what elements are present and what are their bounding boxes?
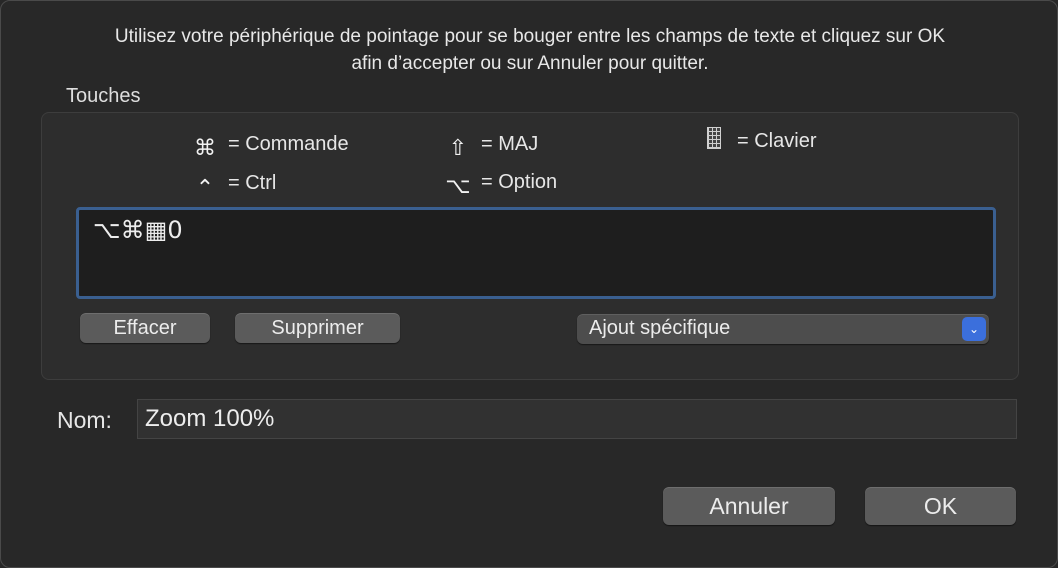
legend-shift-text: = MAJ [481,132,539,155]
command-icon: ⌘ [194,135,216,160]
legend-control-text: = Ctrl [228,171,277,194]
control-icon: ⌃ [195,175,215,200]
delete-button[interactable]: Supprimer [235,313,400,343]
keys-group-label: Touches [66,85,141,107]
special-add-value: Ajout spécifique [589,317,731,339]
option-icon: ⌥ [445,173,471,198]
ok-button[interactable]: OK [865,487,1016,525]
legend-control: ⌃ = Ctrl [192,165,277,201]
shift-icon: ⇧ [448,135,468,160]
cancel-button[interactable]: Annuler [663,487,835,525]
legend-command-text: = Commande [228,132,349,155]
keypad-icon [701,127,727,155]
special-add-popup[interactable]: Ajout spécifique ⌄ [577,314,989,344]
legend-keypad-text: = Clavier [737,129,817,152]
clear-button[interactable]: Effacer [80,313,210,343]
name-label: Nom: [57,407,112,433]
instructions-line-1: Utilisez votre périphérique de pointage … [114,26,946,47]
name-field[interactable] [137,399,1017,439]
legend-shift: ⇧ = MAJ [445,127,538,161]
legend-option-text: = Option [481,170,558,193]
legend-keypad: = Clavier [701,127,816,155]
chevron-updown-icon: ⌄ [962,317,986,341]
shortcut-dialog: Utilisez votre périphérique de pointage … [0,0,1058,568]
legend-command: ⌘ = Commande [192,127,349,161]
legend-option: ⌥ = Option [445,165,557,199]
shortcut-value: ⌥⌘▦0 [93,216,183,244]
instructions-line-2: afin d’accepter ou sur Annuler pour quit… [351,53,709,74]
name-input[interactable] [138,400,1016,438]
instructions-text: Utilisez votre périphérique de pointage … [41,23,1019,77]
shortcut-input[interactable]: ⌥⌘▦0 [76,207,996,299]
